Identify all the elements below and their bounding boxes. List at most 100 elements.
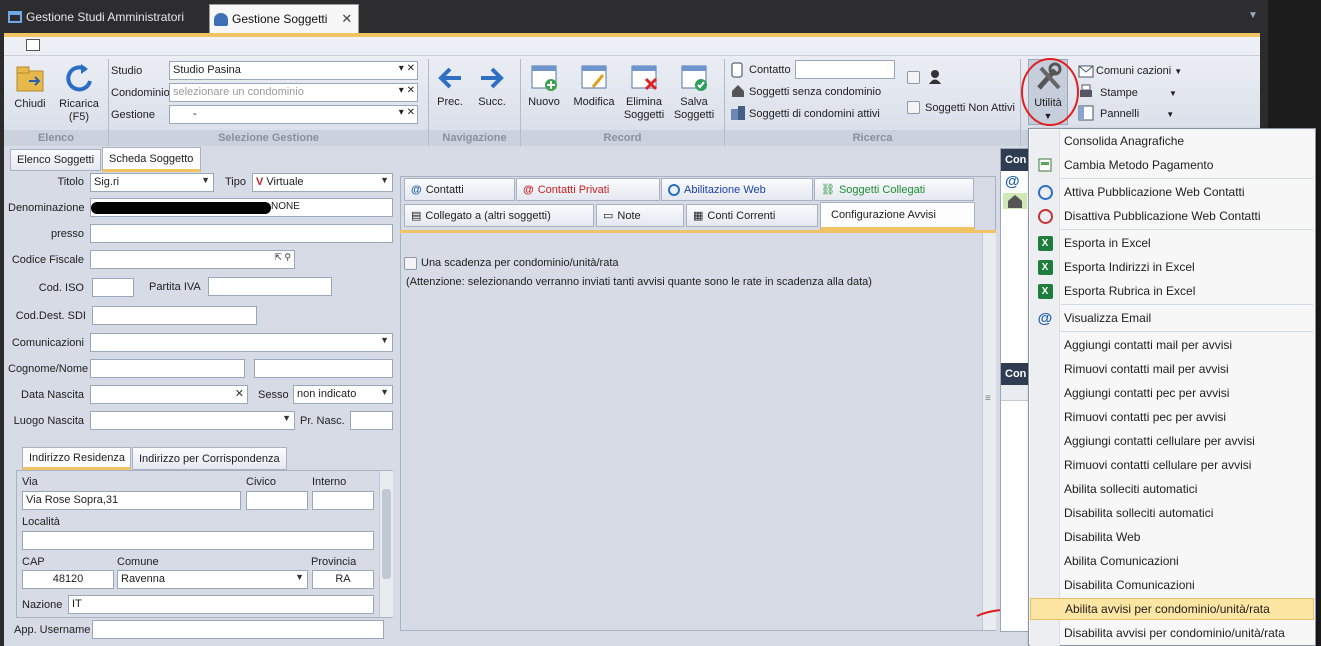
tab-scheda-soggetto[interactable]: Scheda Soggetto (102, 147, 201, 172)
elimina-soggetti-button[interactable]: Elimina Soggetti (620, 63, 668, 122)
menu-item-abilita-comunicazioni[interactable]: Abilita Comunicazioni (1030, 550, 1314, 572)
menu-item-disabilita-avvisi-condominio[interactable]: Disabilita avvisi per condominio/unità/r… (1030, 622, 1314, 644)
cod-dest-sdi-label: Cod.Dest. SDI (15, 310, 86, 322)
una-scadenza-checkbox[interactable] (404, 257, 417, 270)
tab-contatti[interactable]: @ Contatti (404, 178, 515, 201)
contatto-input[interactable] (795, 60, 895, 79)
tab-configurazione-avvisi[interactable]: Configurazione Avvisi (820, 202, 975, 230)
cod-iso-input[interactable] (92, 278, 134, 297)
menu-item-aggiungi-pec-avvisi[interactable]: Aggiungi contatti pec per avvisi (1030, 382, 1314, 404)
comune-select[interactable]: Ravenna ▼ (117, 570, 308, 589)
printer-icon (1080, 84, 1092, 97)
tab-conti-correnti[interactable]: ▦ Conti Correnti (686, 204, 818, 227)
una-scadenza-label: Una scadenza per condominio/unità/rata (421, 257, 619, 269)
soggetti-senza-condominio-button[interactable]: Soggetti senza condominio (749, 86, 881, 98)
tab-indirizzo-corrispondenza[interactable]: Indirizzo per Corrispondenza (132, 447, 287, 470)
codice-fiscale-input[interactable]: ⇱ ⚲ (90, 250, 295, 269)
condominio-combo[interactable]: selezionare un condominio ▾ ✕ (169, 83, 418, 102)
soggetti-condomini-attivi-button[interactable]: Soggetti di condomini attivi (749, 108, 880, 120)
denominazione-input[interactable]: NONE (90, 198, 393, 217)
menu-item-esporta-excel[interactable]: X Esporta in Excel (1030, 232, 1314, 254)
provincia-input[interactable]: RA (312, 570, 374, 589)
app-username-input[interactable] (92, 620, 384, 639)
menu-item-disabilita-solleciti[interactable]: Disabilita solleciti automatici (1030, 502, 1314, 524)
partita-iva-input[interactable] (208, 277, 332, 296)
tab-list-dropdown-icon[interactable]: ▼ (1248, 10, 1258, 21)
ricarica-button[interactable]: Ricarica (F5) (52, 61, 106, 124)
nome-input[interactable] (254, 359, 393, 378)
menu-item-disattiva-pubblicazione-web[interactable]: Disattiva Pubblicazione Web Contatti (1030, 205, 1314, 227)
menu-item-abilita-solleciti[interactable]: Abilita solleciti automatici (1030, 478, 1314, 500)
comunicazioni-select[interactable]: ▼ (90, 333, 393, 352)
tab-contatti-privati[interactable]: @ Contatti Privati (516, 178, 660, 201)
studio-combo[interactable]: Studio Pasina ▾ ✕ (169, 61, 418, 80)
data-nascita-input[interactable]: ✕ (90, 385, 248, 404)
civico-input[interactable] (246, 491, 308, 510)
tab-elenco-soggetti[interactable]: Elenco Soggetti (10, 149, 101, 171)
tab-soggetti-collegati[interactable]: ⛓ Soggetti Collegati (814, 178, 974, 201)
address-scrollbar[interactable] (379, 471, 393, 617)
combo-buttons[interactable]: ▾ ✕ (399, 107, 415, 118)
localita-input[interactable] (22, 531, 374, 550)
via-input[interactable]: Via Rose Sopra,31 (22, 491, 241, 510)
tab-label: Indirizzo Residenza (29, 451, 125, 464)
tab-abilitazione-web[interactable]: Abilitazione Web (661, 178, 813, 201)
prec-button[interactable]: Prec. (434, 63, 466, 109)
clear-icon[interactable]: ✕ (235, 387, 244, 400)
menu-item-visualizza-email[interactable]: @ Visualizza Email (1030, 307, 1314, 329)
modifica-button[interactable]: Modifica (570, 63, 618, 109)
menu-item-rimuovi-cellulare-avvisi[interactable]: Rimuovi contatti cellulare per avvisi (1030, 454, 1314, 476)
presso-input[interactable] (90, 224, 393, 243)
menu-item-cambia-metodo-pagamento[interactable]: Cambia Metodo Pagamento (1030, 154, 1314, 176)
sesso-select[interactable]: non indicato ▼ (293, 385, 393, 404)
menu-item-esporta-rubrica-excel[interactable]: X Esporta Rubrica in Excel (1030, 280, 1314, 302)
menu-item-label: Disattiva Pubblicazione Web Contatti (1064, 209, 1261, 223)
detail-scrollbar[interactable]: ≡ (982, 233, 996, 630)
tab-gestione-soggetti[interactable]: Gestione Soggetti ✕ (209, 4, 360, 33)
menu-item-abilita-avvisi-condominio[interactable]: Abilita avvisi per condominio/unità/rata (1030, 598, 1314, 620)
tab-note[interactable]: ▭ Note (596, 204, 684, 227)
menu-item-aggiungi-mail-avvisi[interactable]: Aggiungi contatti mail per avvisi (1030, 334, 1314, 356)
menu-item-disabilita-comunicazioni[interactable]: Disabilita Comunicazioni (1030, 574, 1314, 596)
gestione-combo[interactable]: - ▾ ✕ (169, 105, 418, 124)
chiudi-button[interactable]: Chiudi (10, 61, 50, 111)
close-icon[interactable]: ✕ (341, 11, 352, 27)
succ-button[interactable]: Succ. (476, 63, 508, 109)
tab-gestione-studi[interactable]: Gestione Studi Amministratori (4, 4, 190, 29)
data-nascita-label: Data Nascita (21, 389, 84, 401)
menu-item-aggiungi-cellulare-avvisi[interactable]: Aggiungi contatti cellulare per avvisi (1030, 430, 1314, 452)
studio-value: Studio Pasina (173, 64, 241, 76)
filter-checkbox[interactable] (907, 71, 920, 84)
tab-collegato-a[interactable]: ▤ Collegato a (altri soggetti) (404, 204, 594, 227)
tab-indirizzo-residenza[interactable]: Indirizzo Residenza (22, 447, 131, 470)
tipo-select[interactable]: V Virtuale ▼ (252, 173, 393, 192)
interno-input[interactable] (312, 491, 374, 510)
pr-nasc-input[interactable] (350, 411, 393, 430)
menu-item-esporta-indirizzi-excel[interactable]: X Esporta Indirizzi in Excel (1030, 256, 1314, 278)
search-icon[interactable]: ⇱ ⚲ (274, 252, 291, 263)
nuovo-button[interactable]: Nuovo (522, 63, 566, 109)
combo-buttons[interactable]: ▾ ✕ (399, 85, 415, 96)
menu-item-consolida-anagrafiche[interactable]: Consolida Anagrafiche (1030, 130, 1314, 152)
nazione-input[interactable]: IT (68, 595, 374, 614)
salva-label: Salva (680, 96, 708, 108)
menu-item-disabilita-web[interactable]: Disabilita Web (1030, 526, 1314, 548)
non-attivi-checkbox[interactable] (907, 101, 920, 114)
comunicazioni-menu[interactable]: Comuni cazioni ▼ (1096, 65, 1182, 77)
cod-dest-sdi-input[interactable] (92, 306, 257, 325)
salva-soggetti-button[interactable]: Salva Soggetti (670, 63, 718, 122)
quick-access-icon[interactable] (26, 39, 40, 51)
luogo-nascita-select[interactable]: ▼ (90, 411, 295, 430)
titolo-select[interactable]: Sig.ri ▼ (90, 173, 214, 192)
ricarica-key-label: (F5) (68, 111, 90, 123)
cap-input[interactable]: 48120 (22, 570, 114, 589)
menu-item-rimuovi-mail-avvisi[interactable]: Rimuovi contatti mail per avvisi (1030, 358, 1314, 380)
menu-item-rimuovi-pec-avvisi[interactable]: Rimuovi contatti pec per avvisi (1030, 406, 1314, 428)
combo-buttons[interactable]: ▾ ✕ (399, 63, 415, 74)
stampe-menu[interactable]: Stampe ▼ (1100, 87, 1177, 99)
menu-item-attiva-pubblicazione-web[interactable]: Attiva Pubblicazione Web Contatti (1030, 181, 1314, 203)
menu-item-label: Consolida Anagrafiche (1064, 134, 1185, 148)
pannelli-menu[interactable]: Pannelli ▼ (1100, 108, 1174, 120)
cognome-input[interactable] (90, 359, 245, 378)
menu-item-label: Aggiungi contatti mail per avvisi (1064, 338, 1233, 352)
